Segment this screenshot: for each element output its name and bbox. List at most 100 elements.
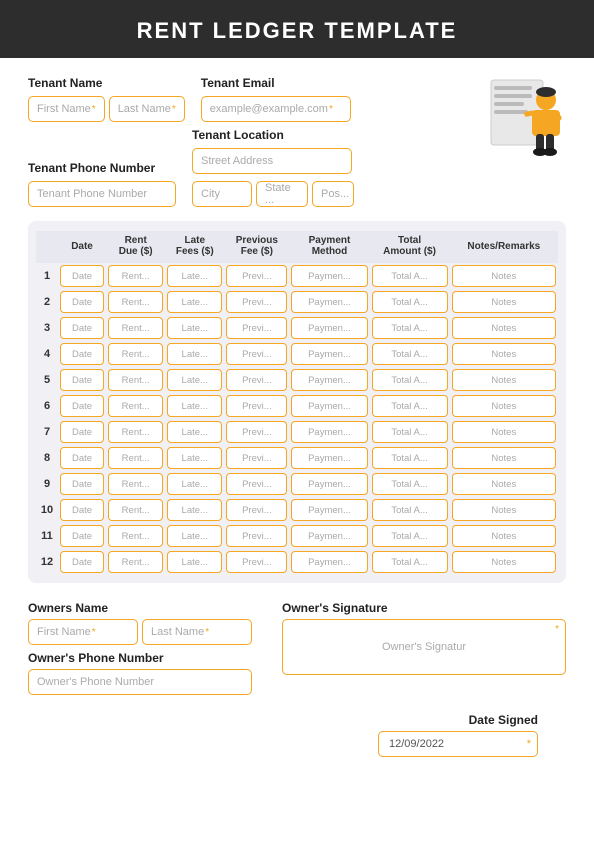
notes-cell-input[interactable]: Notes (452, 265, 556, 287)
rent-cell-input[interactable]: Rent... (108, 317, 163, 339)
rent-cell-input[interactable]: Rent... (108, 369, 163, 391)
total-cell-input[interactable]: Total A... (372, 499, 448, 521)
date-cell-input[interactable]: Date (60, 525, 104, 547)
payment-cell-input[interactable]: Paymen... (291, 473, 367, 495)
owner-phone-input[interactable]: Owner's Phone Number (28, 669, 252, 695)
notes-cell-input[interactable]: Notes (452, 447, 556, 469)
prev-cell-input[interactable]: Previ... (226, 265, 287, 287)
rent-cell-input[interactable]: Rent... (108, 343, 163, 365)
rent-cell-input[interactable]: Rent... (108, 447, 163, 469)
date-cell-input[interactable]: Date (60, 551, 104, 573)
late-cell-input[interactable]: Late... (167, 447, 222, 469)
rent-cell-input[interactable]: Rent... (108, 499, 163, 521)
prev-cell-input[interactable]: Previ... (226, 395, 287, 417)
prev-cell-input[interactable]: Previ... (226, 291, 287, 313)
tenant-street-input[interactable]: Street Address (192, 148, 352, 174)
payment-cell-input[interactable]: Paymen... (291, 499, 367, 521)
tenant-first-name-input[interactable]: First Name* (28, 96, 105, 122)
col-prev: PreviousFee ($) (224, 231, 289, 263)
rent-cell-input[interactable]: Rent... (108, 551, 163, 573)
notes-cell-input[interactable]: Notes (452, 473, 556, 495)
payment-cell-input[interactable]: Paymen... (291, 447, 367, 469)
prev-cell-input[interactable]: Previ... (226, 525, 287, 547)
date-cell-input[interactable]: Date (60, 369, 104, 391)
notes-cell-input[interactable]: Notes (452, 421, 556, 443)
notes-cell-input[interactable]: Notes (452, 291, 556, 313)
tenant-city-input[interactable]: City (192, 181, 252, 207)
late-cell-input[interactable]: Late... (167, 499, 222, 521)
payment-cell-input[interactable]: Paymen... (291, 291, 367, 313)
rent-cell-input[interactable]: Rent... (108, 395, 163, 417)
rent-cell-input[interactable]: Rent... (108, 291, 163, 313)
date-signed-input[interactable]: 12/09/2022 (378, 731, 538, 757)
prev-cell-input[interactable]: Previ... (226, 551, 287, 573)
notes-cell-input[interactable]: Notes (452, 395, 556, 417)
date-cell-input[interactable]: Date (60, 421, 104, 443)
late-cell-input[interactable]: Late... (167, 369, 222, 391)
late-cell-input[interactable]: Late... (167, 395, 222, 417)
prev-cell-input[interactable]: Previ... (226, 499, 287, 521)
date-cell-input[interactable]: Date (60, 447, 104, 469)
owner-last-name-input[interactable]: Last Name* (142, 619, 252, 645)
total-cell-input[interactable]: Total A... (372, 447, 448, 469)
notes-cell-input[interactable]: Notes (452, 369, 556, 391)
late-cell-input[interactable]: Late... (167, 525, 222, 547)
prev-cell-input[interactable]: Previ... (226, 447, 287, 469)
late-cell-input[interactable]: Late... (167, 473, 222, 495)
date-cell-input[interactable]: Date (60, 395, 104, 417)
total-cell-input[interactable]: Total A... (372, 473, 448, 495)
late-cell-input[interactable]: Late... (167, 421, 222, 443)
payment-cell-input[interactable]: Paymen... (291, 525, 367, 547)
payment-cell-input[interactable]: Paymen... (291, 343, 367, 365)
payment-cell-input[interactable]: Paymen... (291, 369, 367, 391)
total-cell-input[interactable]: Total A... (372, 265, 448, 287)
notes-cell-input[interactable]: Notes (452, 525, 556, 547)
total-cell-input[interactable]: Total A... (372, 369, 448, 391)
prev-cell-input[interactable]: Previ... (226, 317, 287, 339)
prev-cell-input[interactable]: Previ... (226, 473, 287, 495)
payment-cell-input[interactable]: Paymen... (291, 395, 367, 417)
owner-name-row: First Name* Last Name* (28, 619, 252, 645)
notes-cell-input[interactable]: Notes (452, 317, 556, 339)
rent-cell-input[interactable]: Rent... (108, 473, 163, 495)
total-cell-input[interactable]: Total A... (372, 343, 448, 365)
prev-cell-input[interactable]: Previ... (226, 343, 287, 365)
date-cell-input[interactable]: Date (60, 265, 104, 287)
rent-cell-input[interactable]: Rent... (108, 265, 163, 287)
tenant-email-input[interactable]: example@example.com* (201, 96, 351, 122)
late-cell-input[interactable]: Late... (167, 291, 222, 313)
late-cell-input[interactable]: Late... (167, 317, 222, 339)
row-num: 6 (36, 393, 58, 419)
total-cell-input[interactable]: Total A... (372, 291, 448, 313)
notes-cell-input[interactable]: Notes (452, 551, 556, 573)
date-cell-input[interactable]: Date (60, 473, 104, 495)
tenant-postal-input[interactable]: Pos... (312, 181, 354, 207)
rent-cell-input[interactable]: Rent... (108, 421, 163, 443)
tenant-last-name-input[interactable]: Last Name* (109, 96, 185, 122)
rent-cell-input[interactable]: Rent... (108, 525, 163, 547)
notes-cell-input[interactable]: Notes (452, 499, 556, 521)
signature-box[interactable]: Owner's Signatur (282, 619, 566, 675)
total-cell-input[interactable]: Total A... (372, 551, 448, 573)
payment-cell-input[interactable]: Paymen... (291, 317, 367, 339)
total-cell-input[interactable]: Total A... (372, 421, 448, 443)
payment-cell-input[interactable]: Paymen... (291, 551, 367, 573)
tenant-phone-input[interactable]: Tenant Phone Number (28, 181, 176, 207)
late-cell-input[interactable]: Late... (167, 551, 222, 573)
prev-cell-input[interactable]: Previ... (226, 369, 287, 391)
late-cell-input[interactable]: Late... (167, 265, 222, 287)
total-cell-input[interactable]: Total A... (372, 525, 448, 547)
date-cell-input[interactable]: Date (60, 291, 104, 313)
total-cell-input[interactable]: Total A... (372, 317, 448, 339)
total-cell-input[interactable]: Total A... (372, 395, 448, 417)
owner-first-name-input[interactable]: First Name* (28, 619, 138, 645)
payment-cell-input[interactable]: Paymen... (291, 421, 367, 443)
date-cell-input[interactable]: Date (60, 499, 104, 521)
date-cell-input[interactable]: Date (60, 317, 104, 339)
tenant-state-input[interactable]: State ... (256, 181, 308, 207)
notes-cell-input[interactable]: Notes (452, 343, 556, 365)
date-cell-input[interactable]: Date (60, 343, 104, 365)
payment-cell-input[interactable]: Paymen... (291, 265, 367, 287)
prev-cell-input[interactable]: Previ... (226, 421, 287, 443)
late-cell-input[interactable]: Late... (167, 343, 222, 365)
